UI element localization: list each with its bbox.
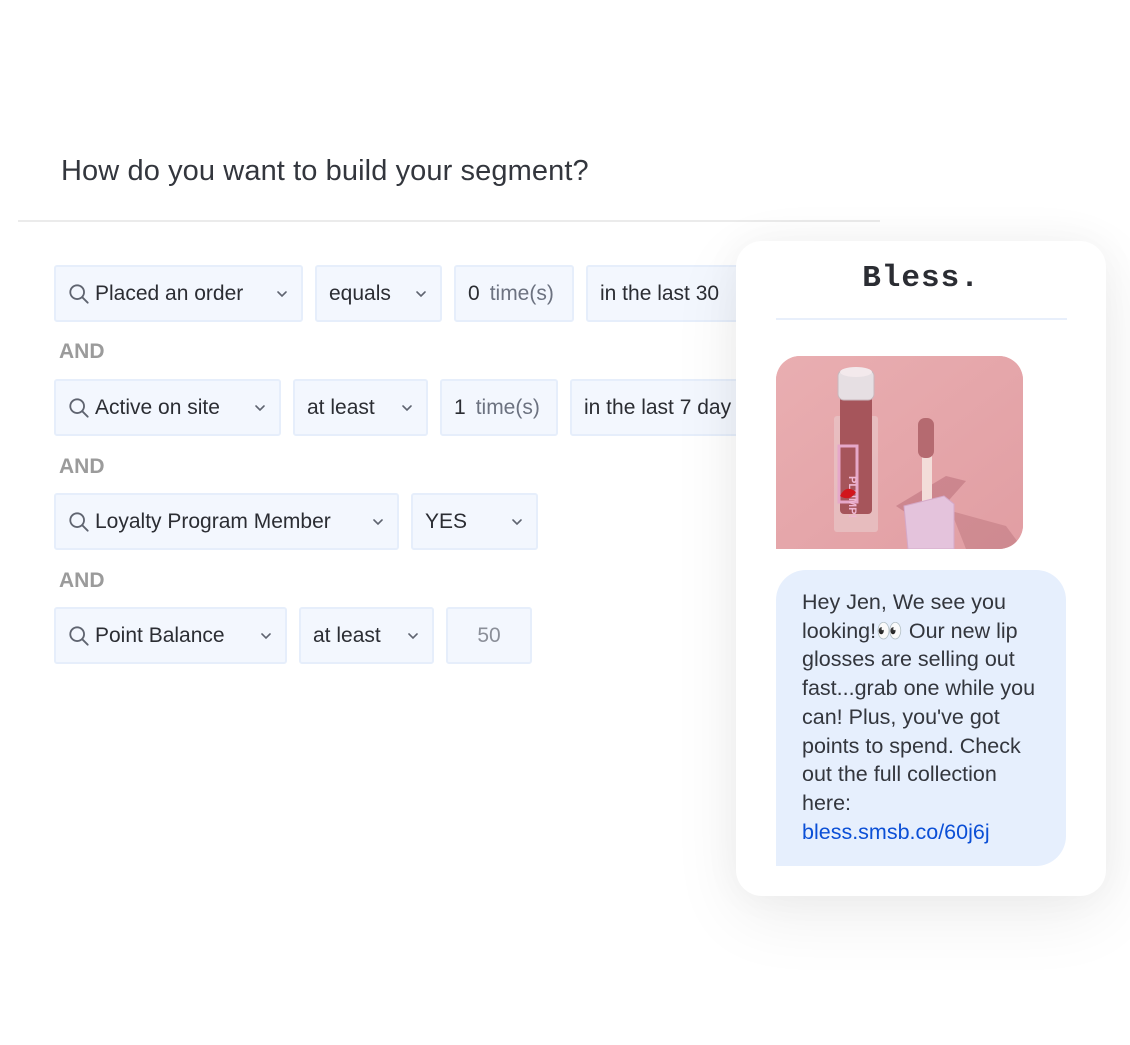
- page-title: How do you want to build your segment?: [61, 155, 589, 187]
- sms-preview-card: Bless. PLUMP! Hey Jen, We see you lookin…: [736, 241, 1106, 896]
- product-image: PLUMP!: [776, 356, 1023, 549]
- operator-select-value: at least: [307, 395, 375, 419]
- and-connector: AND: [59, 455, 105, 478]
- event-select[interactable]: Placed an order: [54, 265, 303, 322]
- value-input[interactable]: 50: [446, 607, 532, 664]
- rule-row: Active on site at least 1 time(s) in the…: [54, 379, 770, 436]
- count-unit: time(s): [475, 395, 540, 419]
- operator-select-value: YES: [425, 509, 468, 533]
- value-placeholder: 50: [477, 623, 501, 647]
- chevron-down-icon: [408, 632, 418, 639]
- operator-select[interactable]: YES: [411, 493, 538, 550]
- timeframe-value: in the last 30: [600, 281, 720, 305]
- event-select-value: Loyalty Program Member: [95, 509, 331, 533]
- chevron-down-icon: [255, 404, 265, 411]
- event-select[interactable]: Active on site: [54, 379, 281, 436]
- event-select-value: Active on site: [95, 395, 220, 419]
- chevron-down-icon: [373, 518, 383, 525]
- operator-select[interactable]: at least: [293, 379, 428, 436]
- search-icon: [69, 625, 89, 646]
- chevron-down-icon: [402, 404, 412, 411]
- chevron-down-icon: [416, 290, 426, 297]
- search-icon: [69, 511, 89, 532]
- title-divider: [18, 220, 880, 222]
- operator-select[interactable]: equals: [315, 265, 442, 322]
- and-connector: AND: [59, 340, 105, 363]
- lip-gloss-illustration: PLUMP!: [776, 356, 1023, 549]
- timeframe-value: in the last 7 day: [584, 395, 732, 419]
- event-select-value: Placed an order: [95, 281, 244, 305]
- brand-divider: [776, 318, 1067, 320]
- sms-message-text: Hey Jen, We see you looking!👀 Our new li…: [802, 590, 1036, 815]
- chevron-down-icon: [277, 290, 287, 297]
- operator-select-value: equals: [329, 281, 391, 305]
- brand-name: Bless.: [862, 261, 980, 296]
- rule-row: Loyalty Program Member YES: [54, 493, 538, 550]
- operator-select[interactable]: at least: [299, 607, 434, 664]
- sms-message-link[interactable]: bless.smsb.co/60j6j: [802, 818, 1046, 847]
- event-select[interactable]: Point Balance: [54, 607, 287, 664]
- count-input[interactable]: 0 time(s): [454, 265, 574, 322]
- count-input[interactable]: 1 time(s): [440, 379, 558, 436]
- event-select-value: Point Balance: [95, 623, 225, 647]
- chevron-down-icon: [512, 518, 522, 525]
- sms-message-bubble: Hey Jen, We see you looking!👀 Our new li…: [776, 570, 1066, 866]
- count-unit: time(s): [489, 281, 554, 305]
- operator-select-value: at least: [313, 623, 381, 647]
- search-icon: [69, 397, 89, 418]
- rule-row: Placed an order equals 0 time(s) in the …: [54, 265, 786, 322]
- count-value: 0: [468, 281, 480, 305]
- event-select[interactable]: Loyalty Program Member: [54, 493, 399, 550]
- and-connector: AND: [59, 569, 105, 592]
- chevron-down-icon: [261, 632, 271, 639]
- count-value: 1: [454, 395, 466, 419]
- search-icon: [69, 283, 89, 304]
- rule-row: Point Balance at least 50: [54, 607, 532, 664]
